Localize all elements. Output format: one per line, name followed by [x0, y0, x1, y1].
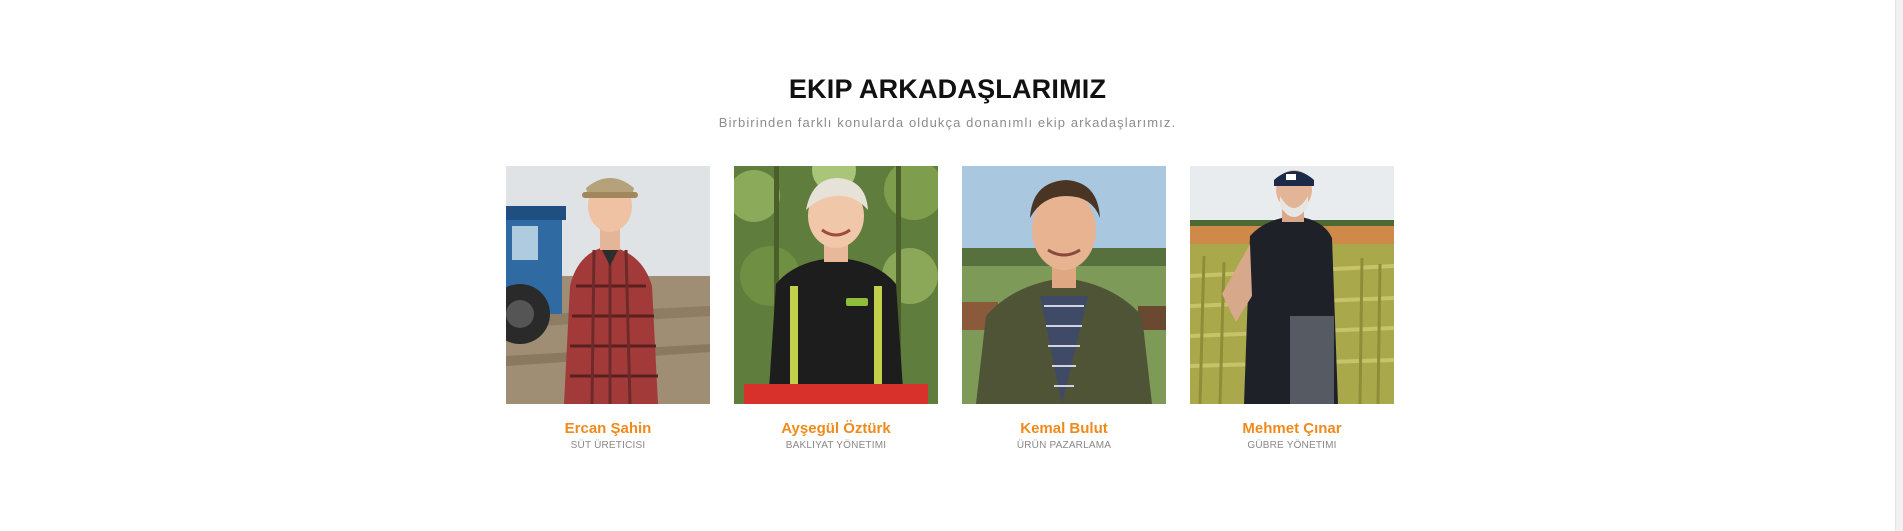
member-name[interactable]: Ayşegül Öztürk	[734, 420, 938, 437]
team-member-card[interactable]: Mehmet Çınar GÜBRE YÖNETIMI	[1190, 166, 1394, 456]
member-role: SÜT ÜRETICISI	[570, 440, 646, 451]
member-role: GÜBRE YÖNETIMI	[1247, 440, 1337, 451]
man-in-field-photo	[962, 166, 1166, 404]
farmer-with-tractor-photo	[506, 166, 710, 404]
man-in-wheat-field-photo	[1190, 166, 1394, 404]
section-title: EKIP ARKADAŞLARIMIZ	[788, 74, 1107, 104]
member-photo[interactable]	[734, 166, 938, 404]
member-name[interactable]: Kemal Bulut	[962, 420, 1166, 437]
member-photo[interactable]	[962, 166, 1166, 404]
member-role: BAKLIYAT YÖNETIMI	[785, 440, 887, 451]
section-subtitle: Birbirinden farklı konularda oldukça don…	[718, 115, 1177, 130]
member-photo[interactable]	[506, 166, 710, 404]
scrollbar[interactable]	[1895, 0, 1903, 531]
member-name[interactable]: Mehmet Çınar	[1190, 420, 1394, 437]
team-member-card[interactable]: Ercan Şahin SÜT ÜRETICISI	[506, 166, 710, 456]
member-role: ÜRÜN PAZARLAMA	[1016, 440, 1112, 451]
team-section: EKIP ARKADAŞLARIMIZ Birbirinden farklı k…	[0, 0, 1895, 531]
team-member-card[interactable]: Ayşegül Öztürk BAKLIYAT YÖNETIMI	[734, 166, 938, 456]
member-photo[interactable]	[1190, 166, 1394, 404]
page: EKIP ARKADAŞLARIMIZ Birbirinden farklı k…	[0, 0, 1903, 531]
member-name[interactable]: Ercan Şahin	[506, 420, 710, 437]
team-members: Ercan Şahin SÜT ÜRETICISI Ayşegül Öztürk…	[506, 166, 1396, 466]
woman-in-orchard-photo	[734, 166, 938, 404]
team-member-card[interactable]: Kemal Bulut ÜRÜN PAZARLAMA	[962, 166, 1166, 456]
